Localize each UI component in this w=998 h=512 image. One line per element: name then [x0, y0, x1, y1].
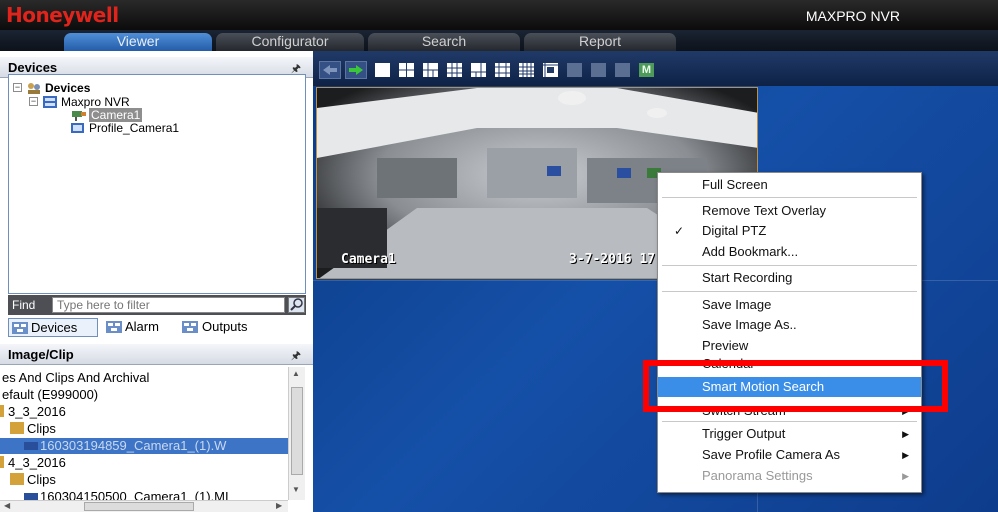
menu-item-save-image[interactable]: Save Image [658, 295, 921, 315]
honeywell-logo: Honeywell [6, 3, 119, 27]
alarm-tab-icon [106, 321, 122, 333]
folder-icon [2, 422, 24, 434]
search-icon[interactable] [288, 297, 305, 313]
tree-label-camera1: Camera1 [89, 108, 143, 122]
layout-4x4-icon[interactable] [519, 63, 534, 77]
timestamp-overlay: 3-7-2016 17: [569, 252, 663, 267]
list-item[interactable]: efault (E999000) [0, 387, 288, 403]
menu-item-full-screen[interactable]: Full Screen [658, 175, 921, 195]
layout-disabled-2-icon [591, 63, 606, 77]
title-bar: Honeywell MAXPRO NVR [0, 0, 998, 30]
forward-arrow-icon[interactable] [345, 61, 367, 79]
scroll-left-icon[interactable]: ◀ [4, 501, 10, 510]
menu-item-digital-ptz[interactable]: ✓ Digital PTZ [658, 221, 921, 241]
folder-icon [0, 405, 4, 417]
scrollbar-thumb[interactable] [291, 387, 303, 475]
list-item[interactable]: Clips [0, 421, 288, 437]
menu-item-panorama-settings: Panorama Settings ▶ [658, 466, 921, 486]
layout-disabled-3-icon [615, 63, 630, 77]
layout-1x1-icon[interactable] [375, 63, 390, 77]
find-bar: Find [8, 295, 306, 315]
clips-panel-header: Image/Clip 🖈 [0, 344, 313, 365]
submenu-arrow-icon: ▶ [902, 450, 909, 460]
folder-icon [0, 456, 4, 468]
tab-search[interactable]: Search [368, 33, 520, 51]
horizontal-scrollbar[interactable]: ◀ ▶ [0, 500, 288, 512]
main-tab-bar: Viewer Configurator Search Report [0, 30, 998, 51]
tab-report[interactable]: Report [524, 33, 676, 51]
clips-tree[interactable]: es And Clips And Archival efault (E99900… [0, 367, 306, 512]
device-subtabs: Devices Alarm Outputs [8, 318, 306, 338]
list-item[interactable]: 160303194859_Camera1_(1).W [0, 438, 288, 454]
tab-configurator[interactable]: Configurator [216, 33, 364, 51]
layout-1plus7-icon[interactable] [495, 63, 510, 77]
nvr-icon [43, 96, 57, 108]
devices-icon [27, 82, 41, 94]
vertical-scrollbar[interactable]: ▲ ▼ [288, 367, 305, 500]
list-item[interactable]: 3_3_2016 [0, 404, 288, 420]
camera-icon [71, 109, 86, 121]
scroll-right-icon[interactable]: ▶ [276, 501, 282, 510]
outputs-tab-icon [182, 321, 198, 333]
devices-panel-title: Devices [8, 60, 58, 75]
menu-item-preview[interactable]: Preview [658, 336, 921, 356]
layout-3x3-icon[interactable] [447, 63, 462, 77]
submenu-arrow-icon: ▶ [902, 471, 909, 481]
scroll-up-icon[interactable]: ▲ [292, 369, 300, 378]
camera-name-overlay: Camera1 [341, 252, 396, 267]
clips-panel-title: Image/Clip [8, 347, 74, 362]
layout-2x2-icon[interactable] [399, 63, 414, 77]
menu-item-add-bookmark[interactable]: Add Bookmark... [658, 242, 921, 262]
menu-separator [662, 265, 917, 266]
layout-m-icon[interactable]: M [639, 63, 654, 77]
layout-1plus3-icon[interactable] [423, 63, 438, 77]
devices-tab-icon [12, 322, 28, 334]
tree-label-nvr: Maxpro NVR [61, 95, 130, 109]
tree-label-profile-camera1: Profile_Camera1 [89, 121, 180, 135]
profile-camera-icon [71, 122, 85, 134]
back-arrow-icon[interactable] [319, 61, 341, 79]
device-tree[interactable]: − Devices − Maxpro NVR Camera1 Profile_C… [8, 74, 306, 294]
layout-toolbar: M [313, 51, 998, 86]
find-input[interactable] [52, 297, 285, 313]
layout-1plus5-icon[interactable] [471, 63, 486, 77]
list-item[interactable]: Clips [0, 472, 288, 488]
subtab-outputs[interactable]: Outputs [182, 318, 272, 337]
subtab-alarm[interactable]: Alarm [106, 318, 176, 337]
scroll-down-icon[interactable]: ▼ [292, 485, 300, 494]
left-panel: Devices 🖈 − Devices − Maxpro NVR Camera1 [0, 51, 313, 512]
context-menu: Full Screen Remove Text Overlay ✓ Digita… [657, 172, 922, 493]
tab-viewer[interactable]: Viewer [64, 33, 212, 51]
folder-icon [2, 473, 24, 485]
pin-icon[interactable]: 🖈 [291, 347, 301, 366]
menu-item-save-profile-camera-as[interactable]: Save Profile Camera As ▶ [658, 445, 921, 465]
tree-label-devices: Devices [45, 81, 91, 95]
annotation-highlight-box [643, 360, 948, 412]
submenu-arrow-icon: ▶ [902, 429, 909, 439]
checkmark-icon: ✓ [674, 224, 685, 238]
find-label: Find [12, 298, 36, 312]
menu-separator [662, 197, 917, 198]
menu-item-save-image-as[interactable]: Save Image As.. [658, 315, 921, 335]
list-item[interactable]: es And Clips And Archival [0, 370, 288, 386]
layout-custom-icon[interactable] [543, 63, 558, 77]
layout-disabled-1-icon [567, 63, 582, 77]
app-title: MAXPRO NVR [805, 8, 900, 24]
menu-separator [662, 421, 917, 422]
menu-item-start-recording[interactable]: Start Recording [658, 268, 921, 288]
menu-separator [662, 291, 917, 292]
collapse-icon[interactable]: − [29, 97, 38, 106]
scrollbar-thumb[interactable] [84, 502, 194, 511]
clip-file-icon [24, 442, 38, 450]
subtab-devices[interactable]: Devices [8, 318, 98, 337]
menu-item-remove-text-overlay[interactable]: Remove Text Overlay [658, 201, 921, 221]
menu-item-trigger-output[interactable]: Trigger Output ▶ [658, 424, 921, 444]
list-item[interactable]: 4_3_2016 [0, 455, 288, 471]
collapse-icon[interactable]: − [13, 83, 22, 92]
